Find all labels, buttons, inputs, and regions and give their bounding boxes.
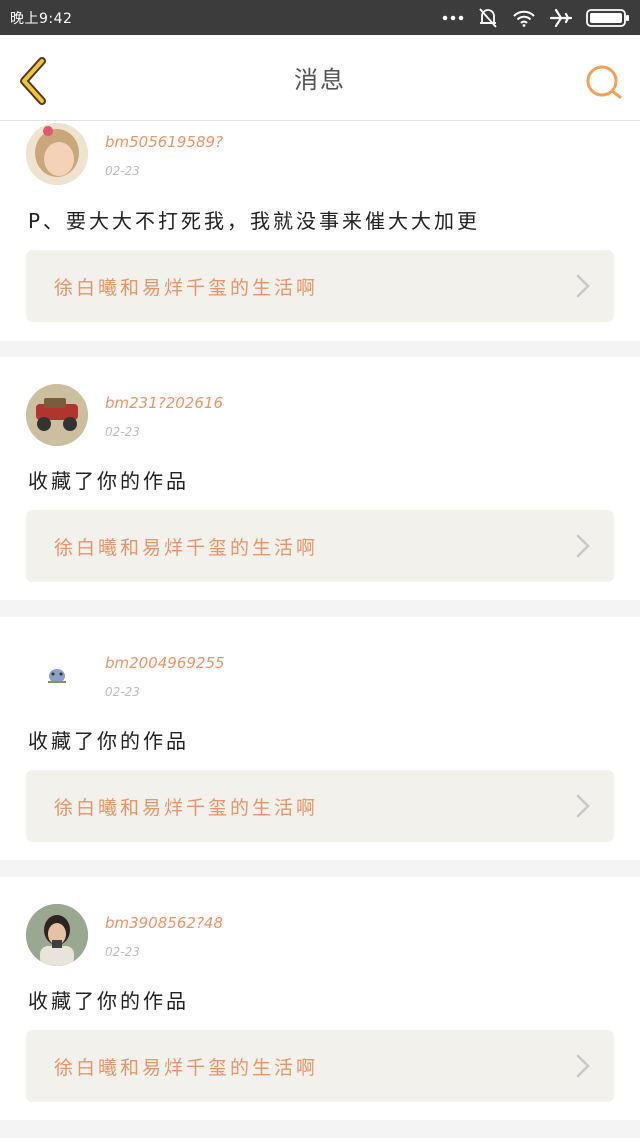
chevron-right-icon (576, 794, 590, 818)
username[interactable]: bm231?202616 (105, 394, 223, 412)
back-button[interactable] (16, 57, 56, 105)
message-date: 02-23 (105, 164, 140, 178)
message-card: bm2004969255 02-23 收藏了你的作品 徐白曦和易烊千玺的生活啊 (0, 617, 640, 860)
message-text: 收藏了你的作品 (28, 729, 189, 753)
username[interactable]: bm3908562?48 (105, 914, 223, 932)
avatar[interactable] (26, 123, 88, 185)
work-title: 徐白曦和易烊千玺的生活啊 (54, 796, 319, 819)
status-bar: 晚上9:42 (0, 0, 640, 35)
chevron-right-icon (576, 1054, 590, 1078)
airplane-icon (550, 8, 572, 28)
navbar: 消息 (0, 35, 640, 121)
dots-icon (442, 15, 464, 21)
message-date: 02-23 (105, 685, 140, 699)
username[interactable]: bm505619589? (105, 133, 223, 151)
work-link[interactable]: 徐白曦和易烊千玺的生活啊 (26, 250, 614, 322)
battery-icon (586, 8, 630, 27)
avatar[interactable] (26, 904, 88, 966)
status-time: 晚上9:42 (10, 10, 73, 27)
chevron-right-icon (576, 534, 590, 558)
work-link[interactable]: 徐白曦和易烊千玺的生活啊 (26, 770, 614, 842)
chevron-left-icon (20, 57, 46, 105)
work-title: 徐白曦和易烊千玺的生活啊 (54, 276, 319, 299)
message-text: 收藏了你的作品 (28, 989, 189, 1013)
message-date: 02-23 (105, 945, 140, 959)
message-card: bm505619589? 02-23 P、要大大不打死我，我就没事来催大大加更 … (0, 121, 640, 341)
work-title: 徐白曦和易烊千玺的生活啊 (54, 536, 319, 559)
work-link[interactable]: 徐白曦和易烊千玺的生活啊 (26, 1030, 614, 1102)
message-card: bm3908562?48 02-23 收藏了你的作品 徐白曦和易烊千玺的生活啊 (0, 877, 640, 1120)
search-icon (586, 65, 622, 99)
status-icons (442, 7, 630, 29)
username[interactable]: bm2004969255 (105, 654, 225, 672)
work-link[interactable]: 徐白曦和易烊千玺的生活啊 (26, 510, 614, 582)
message-text: P、要大大不打死我，我就没事来催大大加更 (28, 209, 481, 233)
page-title: 消息 (294, 66, 346, 94)
message-card: bm231?202616 02-23 收藏了你的作品 徐白曦和易烊千玺的生活啊 (0, 357, 640, 600)
mute-bell-icon (478, 7, 498, 29)
search-button[interactable] (584, 63, 624, 103)
avatar[interactable] (26, 384, 88, 446)
wifi-icon (512, 9, 536, 27)
message-text: 收藏了你的作品 (28, 469, 189, 493)
chevron-right-icon (576, 274, 590, 298)
avatar[interactable] (26, 644, 88, 706)
message-date: 02-23 (105, 425, 140, 439)
work-title: 徐白曦和易烊千玺的生活啊 (54, 1056, 319, 1079)
